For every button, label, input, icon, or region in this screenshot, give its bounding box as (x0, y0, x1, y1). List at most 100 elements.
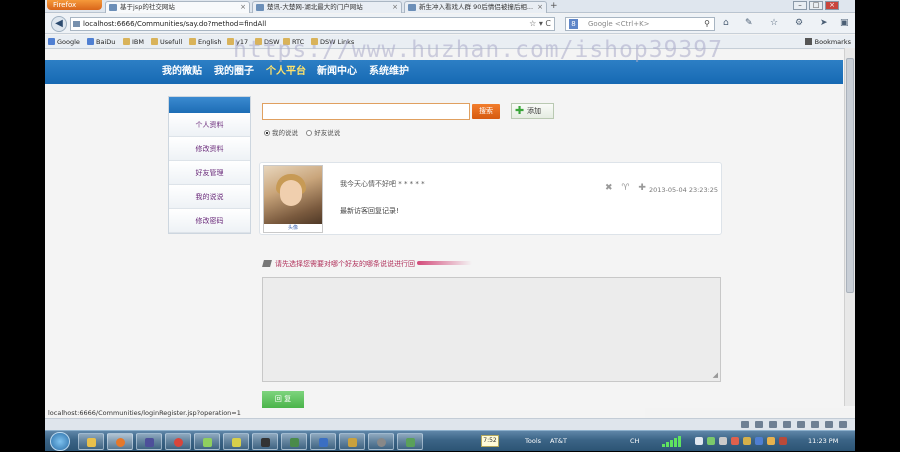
bookmark-item[interactable]: BaiDu (87, 35, 115, 49)
taskbar-firefox[interactable] (107, 433, 133, 450)
hint-fade (417, 261, 472, 265)
tray-icon[interactable] (719, 437, 727, 445)
radio-checked-icon[interactable] (264, 130, 270, 136)
resize-grip-icon[interactable]: ◢ (713, 371, 718, 379)
search-bar[interactable]: 8 Google <Ctrl+K> ⚲ (565, 17, 715, 31)
clock-widget[interactable]: 7:52 (481, 435, 499, 447)
tray-icon[interactable] (755, 437, 763, 445)
chrome-icon (174, 438, 183, 447)
bookmark-item[interactable]: Usefull (151, 35, 182, 49)
download-icon[interactable] (741, 421, 749, 428)
nav-my-posts[interactable]: 我的微贴 (162, 60, 202, 84)
taskbar-explorer[interactable] (78, 433, 104, 450)
avatar[interactable]: 头像 (263, 165, 323, 233)
page-icon[interactable] (797, 421, 805, 428)
close-icon[interactable] (839, 421, 847, 428)
search-input[interactable] (262, 103, 470, 120)
side-menu-my-says[interactable]: 我的说说 (169, 185, 250, 209)
taskbar-app[interactable] (252, 433, 278, 450)
page-scrollbar[interactable] (844, 48, 855, 406)
reply-button[interactable]: 回 复 (262, 391, 304, 408)
tab-news[interactable]: 新生冲入看戏人群 90后情侣被撞后相... × (404, 1, 547, 13)
side-menu-edit-profile[interactable]: 修改资料 (169, 137, 250, 161)
share-icon[interactable]: ♈ (621, 183, 629, 193)
url-bar[interactable]: localhost:6666/Communities/say.do?method… (70, 17, 555, 31)
delete-icon[interactable]: ✖ (605, 183, 613, 193)
taskbar-app[interactable] (281, 433, 307, 450)
taskbar-app[interactable] (194, 433, 220, 450)
taskbar-app[interactable] (397, 433, 423, 450)
tools-icon[interactable]: ⚙ (795, 18, 803, 28)
scrollbar-thumb[interactable] (846, 58, 854, 293)
radio-friend-says[interactable]: 好友说说 (306, 129, 340, 137)
start-button[interactable] (50, 432, 70, 451)
taskbar-app[interactable] (368, 433, 394, 450)
back-arrow-icon[interactable]: ◀ (51, 16, 67, 32)
nav-my-circle[interactable]: 我的圈子 (214, 60, 254, 84)
search-button[interactable]: 搜索 (472, 104, 500, 119)
bookmark-item[interactable]: Google (48, 35, 80, 49)
window-icon[interactable] (783, 421, 791, 428)
nav-system-maintenance[interactable]: 系统维护 (369, 60, 409, 84)
nav-news-center[interactable]: 新闻中心 (317, 60, 357, 84)
minimize-button[interactable]: – (793, 1, 807, 10)
firefox-menu-button[interactable]: Firefox (47, 0, 102, 10)
send-icon[interactable]: ➤ (820, 18, 828, 28)
maximize-button[interactable]: □ (809, 1, 823, 10)
close-icon[interactable]: × (240, 2, 246, 13)
side-menu-friends[interactable]: 好友管理 (169, 161, 250, 185)
addon-bar-icon[interactable] (755, 421, 763, 428)
tools-label[interactable]: Tools (525, 431, 541, 452)
bookmark-item[interactable]: English (189, 35, 221, 49)
search-icon[interactable]: ⚲ (704, 18, 710, 30)
app-icon (319, 438, 328, 447)
side-menu-header (169, 97, 250, 113)
taskbar-app[interactable] (223, 433, 249, 450)
tray-icon[interactable] (695, 437, 703, 445)
tray-icon[interactable] (767, 437, 775, 445)
side-menu-profile[interactable]: 个人资料 (169, 113, 250, 137)
add-icon[interactable]: ✚ (638, 183, 646, 193)
tab-dachu[interactable]: 楚讯-大楚网-湖北最大的门户网站 × (252, 1, 402, 13)
add-button[interactable]: ✚ 添加 (511, 103, 554, 119)
close-icon[interactable]: × (392, 2, 398, 13)
post-text: 我今天心情不好吧 * * * * * (340, 180, 425, 188)
tray-icon[interactable] (779, 437, 787, 445)
tab-current[interactable]: 基于jsp的社交网站 × (105, 1, 250, 13)
new-tab-button[interactable]: + (550, 1, 558, 11)
search-engine-icon[interactable]: 8 (569, 19, 578, 29)
taskbar-chrome[interactable] (165, 433, 191, 450)
tray-icon[interactable] (707, 437, 715, 445)
taskbar-app[interactable] (339, 433, 365, 450)
tray-icon[interactable] (731, 437, 739, 445)
folder-icon (87, 438, 96, 447)
avatar-face (280, 180, 302, 206)
bookmark-item[interactable]: IBM (123, 35, 144, 49)
url-bar-icons[interactable]: ☆ ▾ C (529, 18, 551, 30)
tab-label: 楚讯-大楚网-湖北最大的门户网站 (267, 3, 363, 11)
bookmarks-icon (804, 38, 812, 45)
radio-my-says[interactable]: 我的说说 (264, 129, 298, 137)
home-icon[interactable]: ⌂ (723, 18, 729, 28)
site-navigation: 我的微贴 我的圈子 个人平台 新闻中心 系统维护 (45, 60, 843, 84)
language-indicator[interactable]: CH (630, 431, 639, 452)
paint-icon[interactable] (769, 421, 777, 428)
reply-textarea[interactable]: ◢ (262, 277, 721, 382)
taskbar-eclipse[interactable] (136, 433, 162, 450)
tray-icon[interactable] (743, 437, 751, 445)
taskbar-app[interactable] (310, 433, 336, 450)
post-timestamp: 2013-05-04 23:23:25 (649, 186, 719, 194)
side-menu-change-password[interactable]: 修改密码 (169, 209, 250, 233)
bookmark-star-icon[interactable]: ☆ (770, 18, 778, 28)
system-clock[interactable]: 11:23 PM (808, 431, 838, 452)
bookmarks-menu[interactable]: Bookmarks (804, 35, 851, 49)
radio-unchecked-icon[interactable] (306, 130, 313, 136)
nav-personal-platform[interactable]: 个人平台 (266, 60, 306, 84)
screen-icon[interactable] (811, 421, 819, 428)
window-icon[interactable] (825, 421, 833, 428)
menu-icon[interactable]: ▣ (840, 18, 849, 28)
addon-icon[interactable]: ✎ (745, 18, 753, 28)
close-window-button[interactable]: × (825, 1, 839, 10)
tab-label: 新生冲入看戏人群 90后情侣被撞后相... (419, 3, 534, 11)
close-icon[interactable]: × (537, 2, 543, 13)
